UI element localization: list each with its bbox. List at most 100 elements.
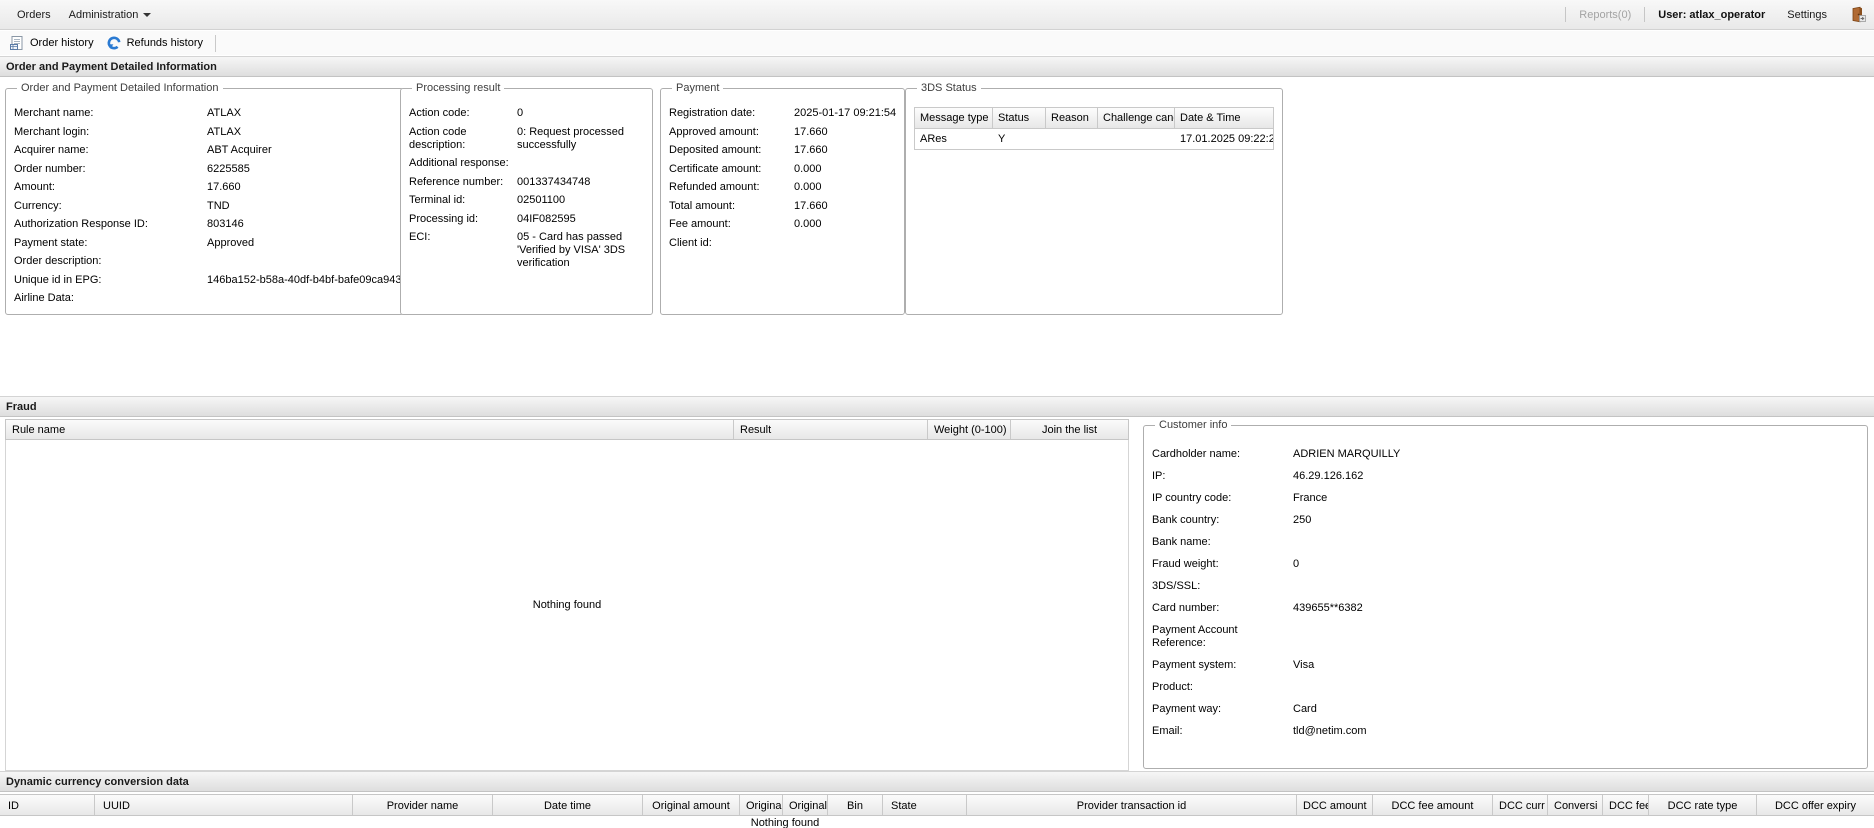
order-info-legend: Order and Payment Detailed Information — [21, 82, 219, 94]
field-label: Registration date: — [669, 107, 756, 119]
toolbar-separator — [215, 34, 217, 52]
column-header: Reason — [1046, 108, 1098, 129]
field-value: 0.000 — [794, 181, 822, 193]
section-header-fraud: Fraud — [0, 396, 1874, 417]
field-label: Email: — [1152, 725, 1183, 737]
column-header: Conversi — [1548, 795, 1603, 815]
table-row[interactable]: ARes Y 17.01.2025 09:22:28 — [915, 129, 1273, 149]
threeds-status-legend: 3DS Status — [921, 82, 977, 94]
field-row: Total amount: 17.660 — [669, 200, 896, 213]
field-row: Order number: 6225585 — [14, 163, 408, 176]
field-label: Approved amount: — [669, 125, 759, 138]
field-row: 3DS/SSL: — [1152, 580, 1859, 593]
field-label: Order number: — [14, 162, 86, 175]
column-header: Weight (0-100) — [928, 420, 1011, 439]
toolbar: Order history Refunds history — [0, 31, 1874, 55]
field-value: France — [1293, 492, 1328, 504]
field-label: ECI: — [409, 231, 431, 243]
field-label: Refunded amount: — [669, 181, 760, 193]
field-value: ATLAX — [207, 107, 242, 119]
cell-date-time: 17.01.2025 09:22:28 — [1180, 133, 1273, 145]
field-label: Airline Data: — [14, 292, 74, 304]
field-label: Fraud weight: — [1152, 558, 1219, 570]
field-row: Payment Account Reference: — [1152, 624, 1859, 650]
field-row: Order description: — [14, 255, 408, 268]
field-label: Terminal id: — [409, 194, 466, 206]
menu-bar: Orders Administration Reports(0) User: a… — [0, 0, 1874, 30]
field-value: ADRIEN MARQUILLY — [1293, 448, 1401, 460]
refunds-history-label: Refunds history — [126, 37, 204, 49]
order-info-fields: Merchant name: ATLAX Merchant login: ATL… — [14, 107, 408, 305]
field-label: IP: — [1152, 470, 1166, 482]
column-header: Join the list — [1011, 420, 1128, 439]
menu-administration[interactable]: Administration — [60, 5, 161, 25]
field-row: Processing id: 04IF082595 — [409, 213, 644, 226]
field-row: Approved amount: 17.660 — [669, 126, 896, 139]
field-value: 0 — [1293, 558, 1300, 570]
field-value: 0.000 — [794, 162, 822, 175]
refunds-history-button[interactable]: Refunds history — [100, 33, 209, 53]
app-window: Orders Administration Reports(0) User: a… — [0, 0, 1874, 828]
section-header-fraud-label: Fraud — [6, 400, 37, 413]
payment-panel: Payment Registration date: 2025-01-17 09… — [660, 82, 906, 315]
field-row: Email: tld@netim.com — [1152, 725, 1859, 738]
field-row: Acquirer name: ABT Acquirer — [14, 144, 408, 157]
cell-challenge-cancel — [1098, 129, 1175, 149]
section-header-dcc: Dynamic currency conversion data — [0, 771, 1874, 792]
payment-legend: Payment — [676, 82, 720, 94]
processing-result-panel: Processing result Action code: 0 Action … — [400, 82, 653, 315]
field-row: Bank name: — [1152, 536, 1859, 549]
column-header: Date time — [493, 795, 643, 815]
field-label: Cardholder name: — [1152, 448, 1241, 460]
field-label: Deposited amount: — [669, 144, 762, 156]
threeds-status-panel: 3DS Status Message type Status Reason Ch… — [905, 82, 1283, 315]
field-label: Reference number: — [409, 175, 504, 188]
field-row: Registration date: 2025-01-17 09:21:54 — [669, 107, 896, 120]
empty-placeholder: Nothing found — [532, 599, 602, 611]
field-label: Currency: — [14, 199, 62, 212]
menu-separator — [1644, 7, 1646, 22]
field-label: IP country code: — [1152, 492, 1232, 504]
column-header: DCC fee — [1603, 795, 1649, 815]
fraud-table-header: Rule name Result Weight (0-100) Join the… — [5, 419, 1129, 440]
customer-info-legend: Customer info — [1159, 419, 1228, 431]
field-row: Bank country: 250 — [1152, 514, 1859, 527]
field-value: 0: Request processed successfully — [517, 125, 625, 151]
dcc-table-header: ID UUID Provider name Date time Original… — [0, 794, 1874, 816]
field-label: Amount: — [14, 181, 55, 193]
column-header: ID — [0, 795, 95, 815]
column-header: State — [883, 795, 967, 815]
field-row: Client id: — [669, 237, 896, 250]
menu-reports[interactable]: Reports(0) — [1579, 9, 1631, 21]
column-header: DCC rate type — [1649, 795, 1757, 815]
field-row: Authorization Response ID: 803146 — [14, 218, 408, 231]
field-row: Terminal id: 02501100 — [409, 194, 644, 207]
menu-orders[interactable]: Orders — [8, 5, 60, 25]
field-label: Action code description: — [409, 125, 467, 151]
field-row: Additional response: — [409, 157, 644, 170]
column-header: Provider transaction id — [967, 795, 1297, 815]
field-value: Visa — [1293, 659, 1315, 671]
field-value: 2025-01-17 09:21:54 — [794, 107, 897, 119]
field-label: Payment state: — [14, 236, 88, 249]
field-label: Merchant name: — [14, 107, 94, 119]
field-row: Cardholder name: ADRIEN MARQUILLY — [1152, 448, 1859, 461]
field-value: 250 — [1293, 514, 1312, 526]
field-label: Payment way: — [1152, 703, 1222, 715]
column-header: Original f — [740, 795, 783, 815]
field-row: IP: 46.29.126.162 — [1152, 470, 1859, 483]
logout-icon[interactable] — [1849, 6, 1866, 23]
order-history-button[interactable]: Order history — [3, 33, 100, 53]
field-value: 001337434748 — [517, 175, 591, 188]
field-label: Total amount: — [669, 199, 736, 212]
column-header: Original amount — [643, 795, 740, 815]
field-label: Processing id: — [409, 212, 479, 225]
threeds-table: Message type Status Reason Challenge can… — [914, 107, 1274, 150]
column-header: Date & Time — [1175, 108, 1273, 129]
field-row: Action code: 0 — [409, 107, 644, 120]
processing-result-legend: Processing result — [416, 82, 501, 94]
menu-settings[interactable]: Settings — [1778, 5, 1836, 25]
field-row: Merchant name: ATLAX — [14, 107, 408, 120]
column-header: DCC fee amount — [1373, 795, 1493, 815]
field-row: Amount: 17.660 — [14, 181, 408, 194]
